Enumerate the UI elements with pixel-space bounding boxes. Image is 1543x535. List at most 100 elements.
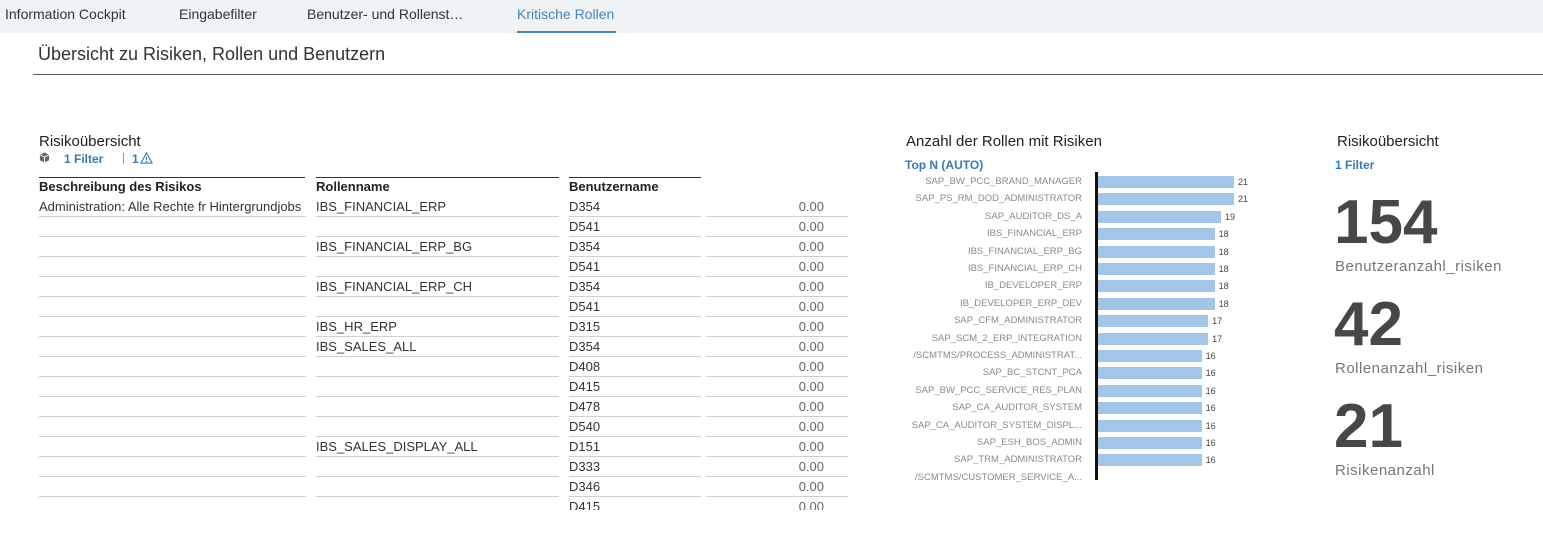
bar[interactable] [1098,193,1234,206]
bar-label: SAP_ESH_BOS_ADMIN [976,437,1082,448]
kpi-value-roles: 42 [1334,290,1403,359]
bar[interactable] [1098,402,1202,415]
cell-user: D415 [569,497,701,510]
bar-value-label: 18 [1218,264,1229,274]
bar[interactable] [1098,454,1202,467]
cell-value: 0.00 [706,417,848,437]
cell-description [39,417,306,437]
cell-role [316,257,559,277]
bar[interactable] [1098,367,1202,380]
bar[interactable] [1098,419,1202,432]
column-header-role[interactable]: Rollenname [316,179,390,194]
bar-label: SAP_AUDITOR_DS_A [985,210,1082,222]
cell-value: 0.00 [706,457,848,477]
cell-role: IBS_HR_ERP [316,317,559,337]
bar-value-label: 17 [1212,316,1223,327]
active-tab-indicator [517,31,616,33]
chart-title: Anzahl der Rollen mit Risiken [906,133,1102,150]
bar[interactable] [1098,228,1215,241]
tab-benutzer-rollen[interactable]: Benutzer- und Rollenst… [307,6,463,22]
chart-topn-link[interactable]: Top N (AUTO) [905,158,983,172]
cell-role: IBS_SALES_DISPLAY_ALL [316,437,559,457]
kpi-label-risks: Risikenanzahl [1335,462,1435,479]
cell-role [316,297,559,317]
cell-user: D415 [569,377,701,397]
bar-value-label: 16 [1205,351,1216,361]
cell-user: D333 [569,457,701,477]
bar-label: IBS_FINANCIAL_ERP_CH [967,263,1082,274]
tab-kritische-rollen[interactable]: Kritische Rollen [517,6,614,22]
bar-label: IB_DEVELOPER_ERP [984,280,1082,292]
bar-label: SAP_BC_STCNT_PCA [982,367,1082,379]
bar[interactable] [1098,263,1215,275]
kpi-value-risks: 21 [1334,392,1403,461]
cell-description: Administration: Alle Rechte fr Hintergru… [39,197,306,217]
cell-role [316,357,559,377]
cell-description [39,357,306,377]
cell-value: 0.00 [706,337,848,357]
bar-label: SAP_PS_RM_DOD_ADMINISTRATOR [915,193,1082,205]
cell-role [316,217,559,237]
bar[interactable] [1098,315,1209,328]
tab-information-cockpit[interactable]: Information Cockpit [5,6,126,22]
cell-role [316,497,559,510]
column-header-rule [569,177,701,178]
cell-user: D346 [569,477,701,497]
kpi-label-roles: Rollenanzahl_risiken [1335,360,1484,377]
cell-role: IBS_FINANCIAL_ERP_CH [316,277,559,297]
kpi-filter-link[interactable]: 1 Filter [1335,158,1374,172]
title-divider [33,74,1543,75]
cell-value: 0.00 [706,217,848,237]
cell-description [39,257,306,277]
bar[interactable] [1098,297,1215,310]
cell-user: D408 [569,357,701,377]
bar[interactable] [1098,280,1215,293]
bar-value-label: 18 [1218,281,1229,292]
bar[interactable] [1098,332,1209,345]
risk-table-body: Administration: Alle Rechte fr Hintergru… [0,197,860,510]
bar-label: SAP_CA_AUDITOR_SYSTEM_DISPL... [911,419,1082,431]
tab-eingabefilter[interactable]: Eingabefilter [179,6,257,22]
column-header-description[interactable]: Beschreibung des Risikos [39,179,202,194]
cell-description [39,477,306,497]
bar-value-label: 18 [1218,298,1229,309]
bar[interactable] [1098,437,1202,449]
kpi-panel-title: Risikoübersicht [1337,133,1439,150]
bar-value-label: 16 [1205,403,1216,414]
risk-table-filter-link[interactable]: 1 Filter [64,152,103,166]
cell-user: D541 [569,257,701,277]
cell-value: 0.00 [706,477,848,497]
bar-label: SAP_SCM_2_ERP_INTEGRATION [931,332,1082,344]
column-header-rule [316,177,559,178]
kpi-value-users: 154 [1334,188,1438,257]
bar-value-label: 19 [1225,211,1236,222]
bar[interactable] [1098,245,1215,258]
cell-value: 0.00 [706,317,848,337]
warning-count[interactable]: 1 [132,152,139,166]
cell-user: D151 [569,437,701,457]
cell-value: 0.00 [706,277,848,297]
column-header-user[interactable]: Benutzername [569,179,659,194]
bar-label: SAP_BW_PCC_BRAND_MANAGER [925,176,1082,187]
cell-role [316,477,559,497]
bar[interactable] [1098,350,1202,362]
bar-value-label: 16 [1205,385,1216,396]
bar[interactable] [1098,176,1234,188]
toolbar-separator [123,153,124,164]
bar-label: SAP_TRM_ADMINISTRATOR [954,454,1082,466]
cell-user: D315 [569,317,701,337]
cell-user: D354 [569,237,701,257]
bar-label: SAP_BW_PCC_SERVICE_RES_PLAN [915,384,1082,396]
kpi-label-users: Benutzeranzahl_risiken [1335,258,1502,275]
bar[interactable] [1098,384,1202,397]
cell-value: 0.00 [706,437,848,457]
cell-value: 0.00 [706,497,848,510]
bar[interactable] [1098,210,1222,223]
page-title: Übersicht zu Risiken, Rollen und Benutze… [38,44,386,64]
cell-description [39,497,306,510]
cell-description [39,437,306,457]
bar-value-label: 18 [1218,229,1229,240]
cell-description [39,377,306,397]
warning-icon[interactable] [140,152,153,164]
bar-label: IBS_FINANCIAL_ERP_BG [967,245,1082,257]
